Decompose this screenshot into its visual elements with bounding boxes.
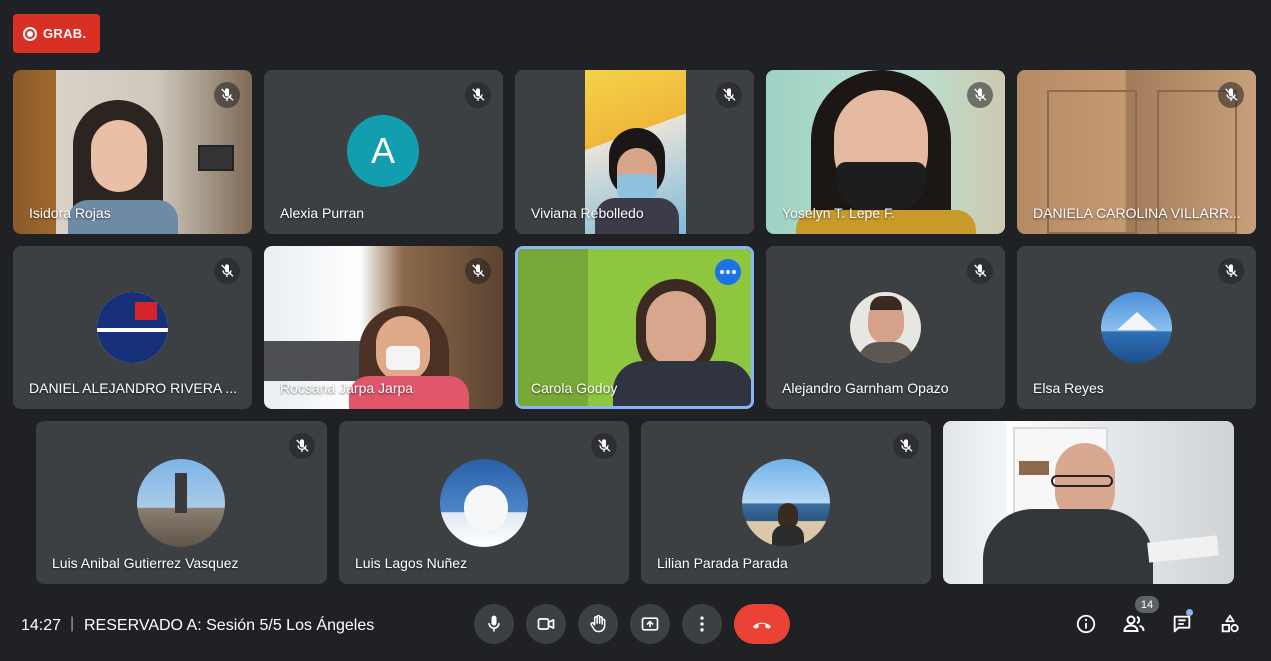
mic-off-icon <box>289 433 315 459</box>
meeting-details-button[interactable] <box>1072 610 1100 638</box>
participant-tile[interactable]: Luis Anibal Gutierrez Vasquez <box>36 421 327 584</box>
participant-tile[interactable]: Viviana Rebolledo <box>515 70 754 234</box>
recording-badge[interactable]: GRAB. <box>13 14 100 53</box>
participant-tile[interactable]: Isidora Rojas <box>13 70 252 234</box>
self-video-feed <box>943 421 1234 584</box>
participant-name: Isidora Rojas <box>29 205 111 221</box>
chat-icon <box>1173 615 1191 633</box>
participant-name: Alexia Purran <box>280 205 365 221</box>
camera-icon <box>537 618 555 630</box>
mic-off-icon <box>893 433 919 459</box>
mic-off-icon <box>967 82 993 108</box>
divider: | <box>70 615 75 632</box>
meeting-time: 14:27 <box>21 617 62 634</box>
self-view-tile[interactable] <box>943 421 1234 584</box>
participant-name: DANIEL ALEJANDRO RIVERA ... <box>29 380 237 396</box>
participant-name: Yoselyn T. Lepe F. <box>782 205 895 221</box>
people-icon <box>1123 615 1145 632</box>
participant-tile[interactable]: Elsa Reyes <box>1017 246 1256 409</box>
participant-tile[interactable]: DANIEL ALEJANDRO RIVERA ... <box>13 246 252 409</box>
mic-off-icon <box>465 258 491 284</box>
mic-off-icon <box>1218 258 1244 284</box>
mic-off-icon <box>214 258 240 284</box>
avatar-initial: A <box>370 130 395 171</box>
raise-hand-button[interactable] <box>578 604 618 644</box>
mic-off-icon <box>716 82 742 108</box>
participant-name: Elsa Reyes <box>1033 380 1104 396</box>
record-icon <box>23 26 37 41</box>
mic-off-icon <box>967 258 993 284</box>
participant-name: Lilian Parada Parada <box>657 555 788 571</box>
participant-name: Carola Godoy <box>531 380 618 396</box>
participant-tile[interactable]: Rocsana Jarpa Jarpa <box>264 246 503 409</box>
participant-tile[interactable]: A Alexia Purran <box>264 70 503 234</box>
more-vert-icon <box>700 616 704 632</box>
avatar <box>1101 292 1172 363</box>
meeting-title: RESERVADO A: Sesión 5/5 Los Ángeles <box>84 617 375 634</box>
microphone-icon <box>488 615 500 632</box>
avatar: A <box>347 115 419 187</box>
participant-name: Rocsana Jarpa Jarpa <box>280 380 414 396</box>
participant-count-badge: 14 <box>1135 596 1159 613</box>
mic-off-icon <box>591 433 617 459</box>
participant-tile[interactable]: Lilian Parada Parada <box>641 421 931 584</box>
hand-icon <box>590 614 606 633</box>
camera-button[interactable] <box>526 604 566 644</box>
phone-hangup-icon <box>753 622 771 629</box>
avatar <box>850 292 921 363</box>
participant-name: Alejandro Garnham Opazo <box>782 380 949 396</box>
participant-tile[interactable]: Luis Lagos Nuñez <box>339 421 629 584</box>
recording-label: GRAB. <box>43 26 87 41</box>
mic-off-icon <box>1218 82 1244 108</box>
activities-icon <box>1221 614 1239 633</box>
avatar <box>97 292 168 363</box>
avatar <box>742 459 830 547</box>
more-options-button[interactable] <box>682 604 722 644</box>
mic-off-icon <box>214 82 240 108</box>
present-screen-icon <box>641 617 659 631</box>
participant-tile-active-speaker[interactable]: Carola Godoy <box>515 246 754 409</box>
more-options-button[interactable] <box>715 259 741 285</box>
participant-name: Luis Anibal Gutierrez Vasquez <box>52 555 239 571</box>
participant-name: DANIELA CAROLINA VILLARR... <box>1033 205 1241 221</box>
participant-tile[interactable]: Yoselyn T. Lepe F. <box>766 70 1005 234</box>
leave-call-button[interactable] <box>734 604 790 644</box>
participant-name: Luis Lagos Nuñez <box>355 555 468 571</box>
participant-tile[interactable]: Alejandro Garnham Opazo <box>766 246 1005 409</box>
people-button[interactable] <box>1120 610 1148 638</box>
avatar <box>137 459 225 547</box>
avatar <box>440 459 528 547</box>
present-screen-button[interactable] <box>630 604 670 644</box>
participant-name: Viviana Rebolledo <box>531 205 644 221</box>
info-icon <box>1076 614 1096 634</box>
mic-off-icon <box>465 82 491 108</box>
activities-button[interactable] <box>1216 610 1244 638</box>
chat-notification-dot <box>1186 609 1193 616</box>
participant-tile[interactable]: DANIELA CAROLINA VILLARR... <box>1017 70 1256 234</box>
microphone-button[interactable] <box>474 604 514 644</box>
